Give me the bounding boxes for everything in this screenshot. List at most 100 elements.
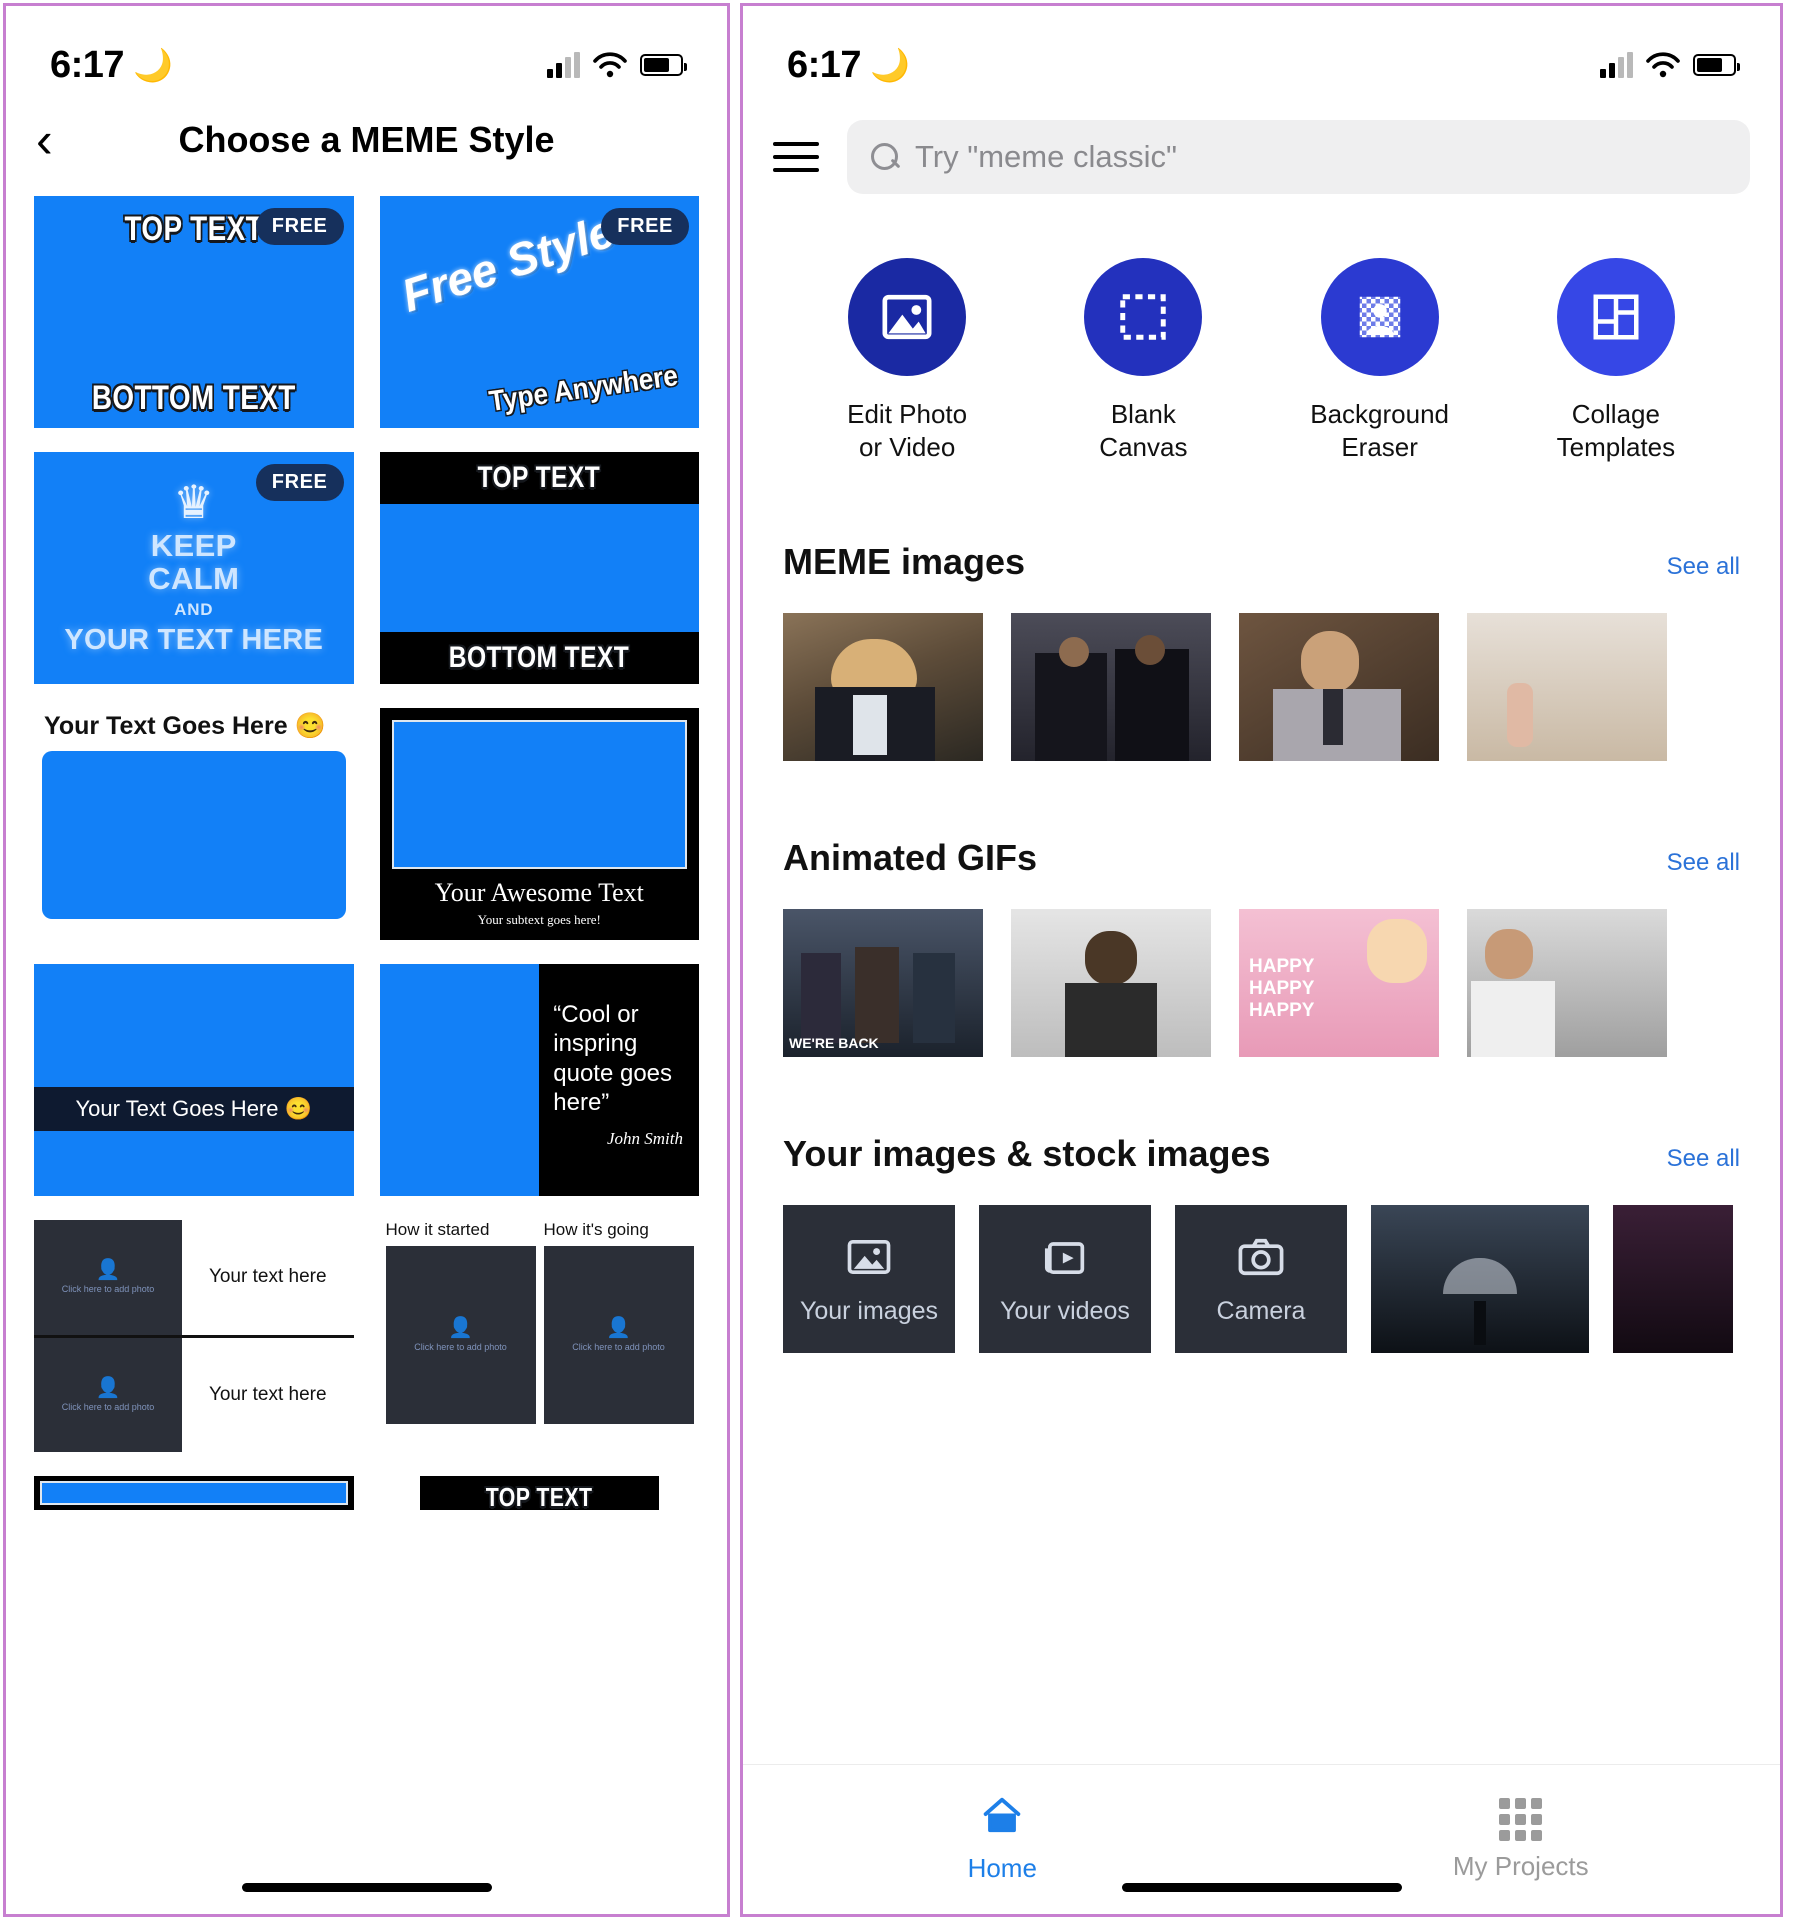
- page-title: Choose a MEME Style: [6, 119, 727, 161]
- template-card-strip-caption[interactable]: Your Text Goes Here 😊: [34, 964, 354, 1196]
- action-label: Edit Photo or Video: [807, 398, 1007, 465]
- black-bars-center: [380, 504, 700, 632]
- beach-partial-thumb[interactable]: [1467, 613, 1667, 761]
- were-back-gif[interactable]: WE'RE BACK: [783, 909, 983, 1057]
- hamburger-menu-icon[interactable]: [773, 142, 819, 172]
- action-edit-photo-or-video[interactable]: Edit Photo or Video: [807, 258, 1007, 465]
- heading-started: How it started: [386, 1220, 536, 1240]
- battery-icon: [640, 54, 683, 76]
- nav-bar: ‹ Choose a MEME Style: [6, 98, 727, 190]
- background-eraser-icon: [1353, 290, 1407, 344]
- section-title: MEME images: [783, 541, 1025, 583]
- status-bar-right: 6:17 🌙: [743, 6, 1780, 98]
- home-icon-svg: [979, 1795, 1025, 1835]
- person-gif[interactable]: [1011, 909, 1211, 1057]
- template-card-top-bottom-text[interactable]: FREE TOP TEXT BOTTOM TEXT: [34, 196, 354, 428]
- section-header: MEME images See all: [783, 541, 1740, 583]
- action-label-line1: Collage: [1572, 399, 1660, 429]
- wifi-icon: [593, 52, 627, 78]
- videos-icon: [1039, 1231, 1091, 1283]
- see-all-link[interactable]: See all: [1667, 1145, 1740, 1173]
- your-videos-tile[interactable]: Your videos: [979, 1205, 1151, 1353]
- image-placeholder: [42, 751, 346, 919]
- tile-label: Camera: [1217, 1297, 1306, 1326]
- dashed-square-icon: [1116, 290, 1170, 344]
- quick-actions: Edit Photo or Video Blank Canvas: [743, 194, 1780, 465]
- grid-icon: [1262, 1798, 1781, 1841]
- tab-home[interactable]: Home: [743, 1795, 1262, 1884]
- action-label-line2: or Video: [859, 432, 955, 462]
- search-icon: [871, 143, 899, 171]
- template-card-two-photo-text[interactable]: 👤 Click here to add photo Your text here…: [34, 1220, 354, 1452]
- template-caption: Your Awesome Text: [392, 878, 688, 908]
- see-all-link[interactable]: See all: [1667, 849, 1740, 877]
- add-photo-placeholder[interactable]: 👤 Click here to add photo: [34, 1220, 182, 1335]
- action-circle: [1321, 258, 1439, 376]
- quote-text: “Cool or inspring quote goes here”: [553, 1000, 683, 1117]
- template-card-how-it-started[interactable]: How it started How it's going 👤 Click he…: [380, 1220, 700, 1452]
- add-photo-placeholder[interactable]: 👤 Click here to add photo: [544, 1246, 694, 1424]
- keep-calm-line1: KEEP: [151, 529, 237, 562]
- black-bar-top: TOP TEXT: [380, 452, 700, 504]
- search-input[interactable]: Try "meme classic": [847, 120, 1750, 194]
- animated-gifs-row[interactable]: WE'RE BACK HAPPYHAPPYHAPPY: [783, 909, 1740, 1057]
- chevron-left-icon[interactable]: ‹: [36, 115, 92, 165]
- home-indicator: [242, 1883, 492, 1892]
- template-card-keep-calm[interactable]: FREE ♛ KEEP CALM AND YOUR TEXT HERE: [34, 452, 354, 684]
- home-indicator: [1122, 1883, 1402, 1892]
- section-header: Your images & stock images See all: [783, 1133, 1740, 1175]
- template-card-framed-partial[interactable]: [34, 1476, 354, 1510]
- status-indicators-left: [547, 52, 683, 78]
- template-card-top-text-partial[interactable]: TOP TEXT: [420, 1476, 660, 1510]
- quote-image-placeholder: [380, 964, 540, 1196]
- heading-going: How it's going: [544, 1220, 694, 1240]
- right-phone-screen: 6:17 🌙 Try "meme classic": [740, 3, 1783, 1917]
- camera-tile[interactable]: Camera: [1175, 1205, 1347, 1353]
- action-circle: [1084, 258, 1202, 376]
- section-header: Animated GIFs See all: [783, 837, 1740, 879]
- action-label-line1: Blank: [1111, 399, 1176, 429]
- man-in-suit-thumb[interactable]: [1239, 613, 1439, 761]
- tab-my-projects[interactable]: My Projects: [1262, 1798, 1781, 1882]
- add-photo-label: Click here to add photo: [572, 1342, 665, 1352]
- black-bar-bottom: BOTTOM TEXT: [380, 632, 700, 684]
- template-card-framed-caption[interactable]: Your Awesome Text Your subtext goes here…: [380, 708, 700, 940]
- section-animated-gifs: Animated GIFs See all WE'RE BACK HAPPYHA…: [743, 837, 1780, 1057]
- wifi-icon: [1646, 52, 1680, 78]
- action-collage-templates[interactable]: Collage Templates: [1516, 258, 1716, 465]
- image-icon: [879, 289, 935, 345]
- compare-boxes: 👤 Click here to add photo 👤 Click here t…: [380, 1246, 700, 1424]
- action-label-line2: Templates: [1557, 432, 1676, 462]
- template-card-black-bars[interactable]: TOP TEXT BOTTOM TEXT: [380, 452, 700, 684]
- crowd-stock[interactable]: [1613, 1205, 1733, 1353]
- oscars-slap-thumb[interactable]: [1011, 613, 1211, 761]
- template-card-free-style[interactable]: FREE Free Style Type Anywhere: [380, 196, 700, 428]
- section-meme-images: MEME images See all: [743, 541, 1780, 761]
- template-header-text: Your Text Goes Here 😊: [34, 708, 354, 751]
- template-top-text: TOP TEXT: [478, 461, 601, 495]
- add-photo-placeholder[interactable]: 👤 Click here to add photo: [34, 1338, 182, 1453]
- free-badge: FREE: [256, 208, 344, 245]
- your-images-tile[interactable]: Your images: [783, 1205, 955, 1353]
- happy-happy-gif[interactable]: HAPPYHAPPYHAPPY: [1239, 909, 1439, 1057]
- moon-icon: 🌙: [133, 49, 172, 81]
- image-placeholder: [392, 720, 688, 869]
- tile-label: Your images: [800, 1297, 938, 1326]
- meme-images-row[interactable]: [783, 613, 1740, 761]
- see-all-link[interactable]: See all: [1667, 553, 1740, 581]
- courtroom-woman-thumb[interactable]: [783, 613, 983, 761]
- home-icon: [743, 1795, 1262, 1843]
- template-card-text-above-image[interactable]: Your Text Goes Here 😊: [34, 708, 354, 940]
- man-partial-gif[interactable]: [1467, 909, 1667, 1057]
- action-blank-canvas[interactable]: Blank Canvas: [1043, 258, 1243, 465]
- action-background-eraser[interactable]: Background Eraser: [1280, 258, 1480, 465]
- free-badge: FREE: [601, 208, 689, 245]
- template-card-quote[interactable]: “Cool or inspring quote goes here” John …: [380, 964, 700, 1196]
- action-circle: [1557, 258, 1675, 376]
- your-images-row[interactable]: Your images Your videos: [783, 1205, 1740, 1353]
- tile-label: Your videos: [1000, 1297, 1130, 1326]
- moon-icon: 🌙: [870, 49, 909, 81]
- action-label-line1: Background: [1310, 399, 1449, 429]
- add-photo-placeholder[interactable]: 👤 Click here to add photo: [386, 1246, 536, 1424]
- rain-city-stock[interactable]: [1371, 1205, 1589, 1353]
